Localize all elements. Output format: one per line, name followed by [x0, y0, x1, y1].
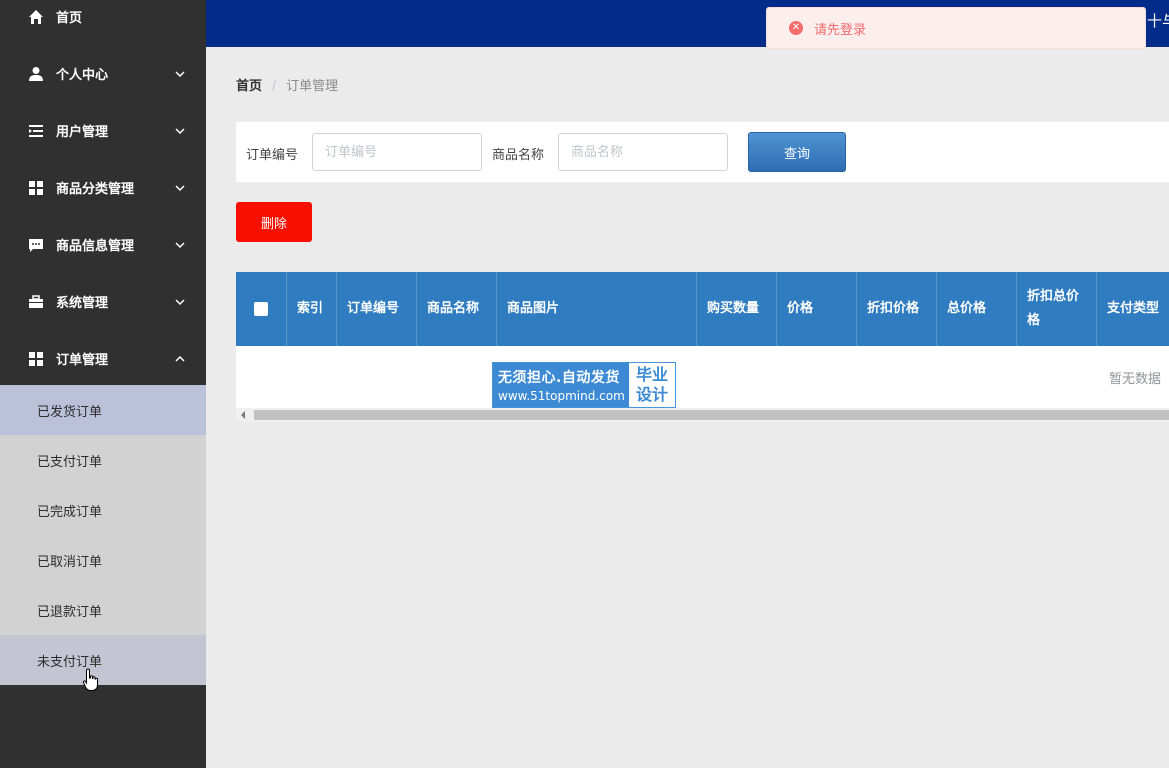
delete-button[interactable]: 删除 [236, 202, 312, 242]
sidebar-item-system-management[interactable]: 系统管理 [0, 273, 206, 330]
sidebar-subitem-refunded-orders[interactable]: 已退款订单 [0, 585, 206, 635]
watermark-line1: 无须担心.自动发货 [498, 370, 620, 386]
error-toast: ✕ 请先登录 [766, 7, 1146, 49]
table-header: 索引 订单编号 商品名称 商品图片 购买数量 价格 折扣价格 总价格 折扣总价格… [236, 272, 1169, 346]
column-header[interactable]: 索引 [287, 272, 337, 346]
select-all-checkbox[interactable] [254, 302, 268, 316]
watermark-right-line2: 设计 [635, 385, 668, 404]
chevron-down-icon [175, 241, 185, 248]
chevron-down-icon [175, 70, 185, 77]
order-no-input[interactable] [312, 133, 482, 171]
chevron-up-icon [175, 355, 185, 362]
sidebar-subitem-cancelled-orders[interactable]: 已取消订单 [0, 535, 206, 585]
sidebar-subitem-shipped-orders[interactable]: 已发货订单 [0, 385, 206, 435]
search-panel: 订单编号 商品名称 查询 [236, 122, 1169, 182]
order-no-label: 订单编号 [246, 148, 299, 163]
chat-icon [28, 237, 44, 253]
toast-message: 请先登录 [814, 22, 867, 38]
home-icon [28, 9, 44, 25]
topbar-title-fragment: 十与 [1147, 12, 1169, 30]
sidebar-item-product-management[interactable]: 商品信息管理 [0, 216, 206, 273]
column-header[interactable]: 商品名称 [417, 272, 497, 346]
breadcrumb-current: 订单管理 [286, 79, 339, 94]
column-header[interactable]: 折扣总价格 [1017, 272, 1097, 346]
sidebar-item-label: 个人中心 [56, 68, 109, 83]
query-button[interactable]: 查询 [748, 132, 846, 172]
user-icon [28, 66, 44, 82]
column-header[interactable]: 购买数量 [697, 272, 777, 346]
sidebar-item-home[interactable]: 首页 [0, 0, 206, 45]
breadcrumb-home[interactable]: 首页 [236, 75, 262, 94]
product-name-input[interactable] [558, 133, 728, 171]
sidebar-item-personal-center[interactable]: 个人中心 [0, 45, 206, 102]
product-name-label: 商品名称 [492, 148, 545, 163]
column-header[interactable]: 折扣价格 [857, 272, 937, 346]
chevron-down-icon [175, 184, 185, 191]
list-icon [28, 123, 44, 139]
grid-icon [28, 351, 44, 367]
sidebar: 首页 个人中心 用户管理 商品分类管理 商品信息管理 系统管理 订单管理 已发货… [0, 0, 206, 768]
sidebar-item-category-management[interactable]: 商品分类管理 [0, 159, 206, 216]
column-header[interactable]: 价格 [777, 272, 857, 346]
sidebar-item-user-management[interactable]: 用户管理 [0, 102, 206, 159]
empty-state-text: 暂无数据 [1109, 372, 1162, 387]
column-header[interactable]: 订单编号 [337, 272, 417, 346]
breadcrumb-separator: / [272, 77, 277, 92]
select-all-column [236, 272, 287, 346]
sidebar-item-label: 商品分类管理 [56, 182, 135, 197]
sidebar-item-label: 订单管理 [56, 353, 109, 368]
horizontal-scrollbar[interactable] [236, 408, 1169, 422]
grid-icon [28, 180, 44, 196]
column-header[interactable]: 支付类型 [1097, 272, 1169, 346]
table-body: 无须担心.自动发货 www.51topmind.com 毕业 设计 暂无数据 [236, 346, 1169, 408]
scroll-left-arrow-icon[interactable] [241, 411, 245, 419]
sidebar-item-label: 系统管理 [56, 296, 109, 311]
sidebar-subitem-completed-orders[interactable]: 已完成订单 [0, 485, 206, 535]
sidebar-item-label: 首页 [56, 11, 83, 26]
error-circle-icon: ✕ [789, 21, 803, 35]
breadcrumb: 首页 / 订单管理 [236, 75, 339, 95]
hand-cursor-icon [82, 668, 98, 691]
watermark-left: 无须担心.自动发货 www.51topmind.com [493, 363, 629, 407]
watermark-line2: www.51topmind.com [498, 389, 625, 403]
watermark-logo: 无须担心.自动发货 www.51topmind.com 毕业 设计 [492, 362, 676, 408]
orders-table: 索引 订单编号 商品名称 商品图片 购买数量 价格 折扣价格 总价格 折扣总价格… [236, 272, 1169, 422]
watermark-right-line1: 毕业 [635, 365, 668, 384]
sidebar-subitem-paid-orders[interactable]: 已支付订单 [0, 435, 206, 485]
watermark-right: 毕业 设计 [629, 363, 675, 407]
sidebar-subitem-unpaid-orders[interactable]: 未支付订单 [0, 635, 206, 685]
chevron-down-icon [175, 127, 185, 134]
chevron-down-icon [175, 298, 185, 305]
sidebar-item-label: 用户管理 [56, 125, 109, 140]
sidebar-item-order-management[interactable]: 订单管理 [0, 330, 206, 387]
column-header[interactable]: 商品图片 [497, 272, 697, 346]
scrollbar-thumb[interactable] [254, 410, 1169, 420]
column-header[interactable]: 总价格 [937, 272, 1017, 346]
sidebar-item-label: 商品信息管理 [56, 239, 135, 254]
briefcase-icon [28, 294, 44, 310]
